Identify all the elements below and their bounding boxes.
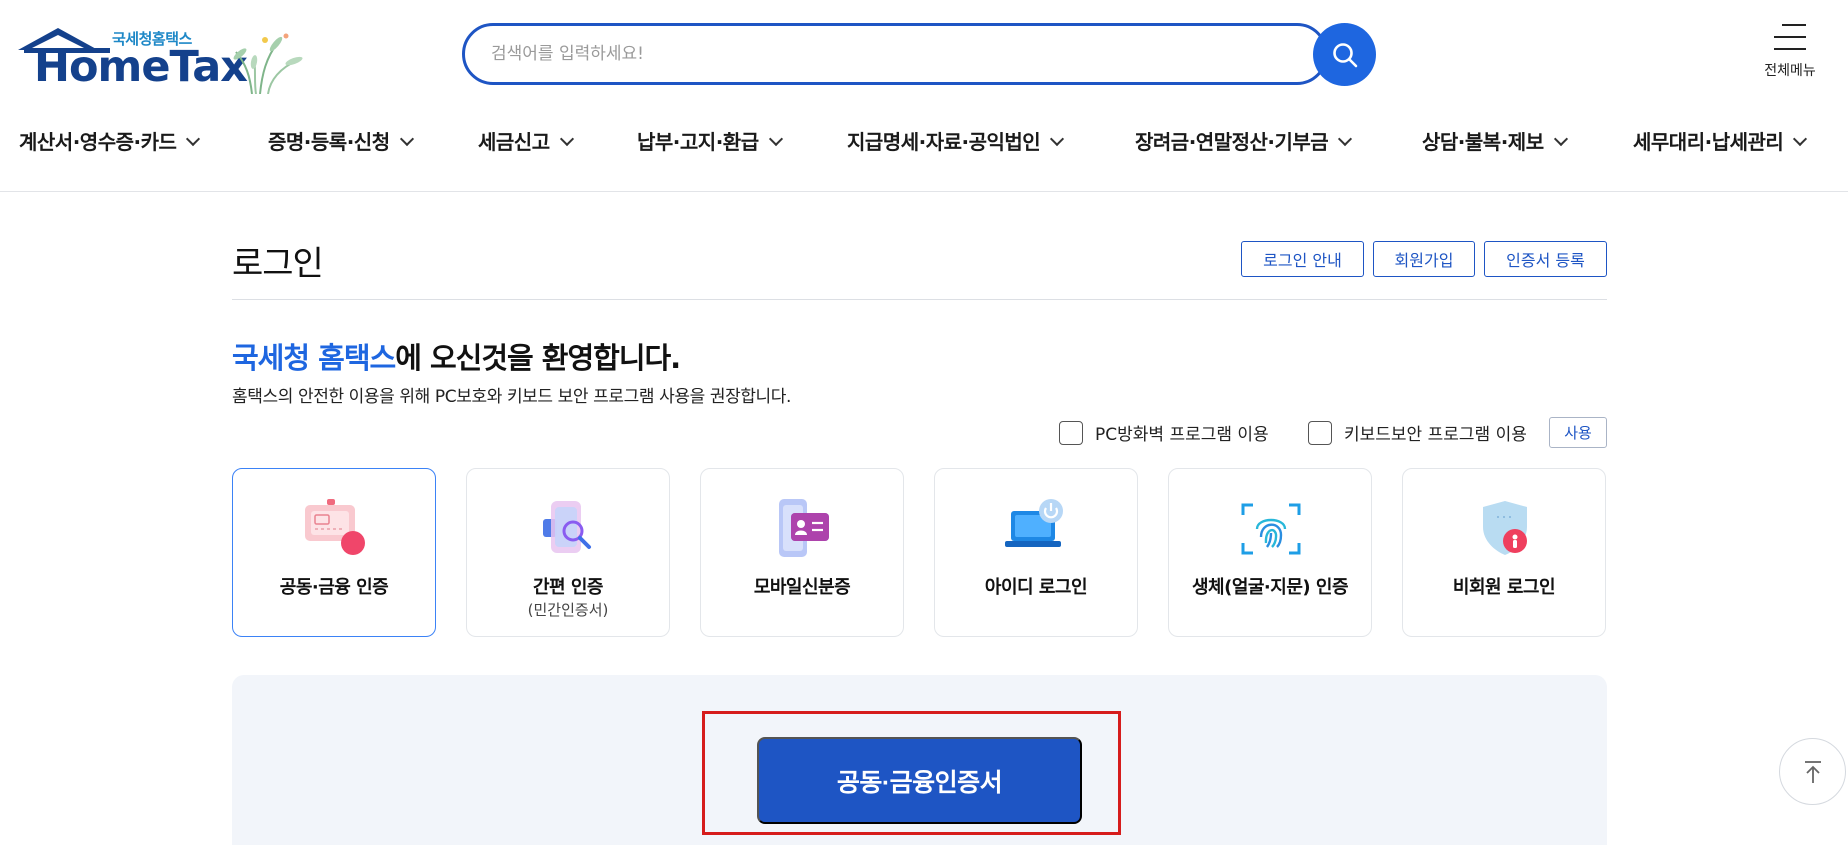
nav-item-label: 증명·등록·신청	[268, 130, 390, 154]
method-card-certificate[interactable]: 공동·금융 인증	[232, 468, 436, 637]
firewall-checkbox[interactable]: PC방화벽 프로그램 이용	[1059, 420, 1269, 445]
scroll-to-top-button[interactable]	[1779, 738, 1846, 805]
welcome-text: 에 오신것을 환영합니다.	[395, 341, 681, 375]
welcome-subtext: 홈택스의 안전한 이용을 위해 PC보호와 키보드 보안 프로그램 사용을 권장…	[232, 387, 792, 407]
use-button[interactable]: 사용	[1549, 417, 1607, 448]
nav-item-label: 계산서·영수증·카드	[19, 130, 177, 154]
nav-item-label: 상담·불복·제보	[1422, 130, 1544, 154]
nav-item-label: 세금신고	[478, 130, 550, 154]
hamburger-icon	[1774, 24, 1806, 50]
arrow-up-icon	[1804, 760, 1821, 783]
search-box	[462, 23, 1328, 85]
chevron-down-icon	[768, 131, 783, 147]
logo-title: HomeTax	[34, 42, 248, 92]
nav-item-statements[interactable]: 지급명세·자료·공익법인	[847, 126, 1065, 155]
nav-item-label: 세무대리·납세관리	[1633, 130, 1784, 154]
nav-item-tax-agent[interactable]: 세무대리·납세관리	[1633, 126, 1808, 155]
mobile-id-icon	[779, 499, 829, 557]
method-card-biometric[interactable]: 생체(얼굴·지문) 인증	[1168, 468, 1372, 637]
method-card-id-login[interactable]: 아이디 로그인	[934, 468, 1138, 637]
chevron-down-icon	[1553, 131, 1568, 147]
nav-item-certificates[interactable]: 증명·등록·신청	[268, 126, 414, 155]
main-navigation: 계산서·영수증·카드 증명·등록·신청 세금신고 납부·고지·환급 지급명세·자…	[0, 120, 1848, 162]
method-label: 간편 인증	[532, 577, 604, 598]
search-button[interactable]	[1313, 23, 1376, 86]
nav-item-label: 장려금·연말정산·기부금	[1135, 130, 1329, 154]
signup-button[interactable]: 회원가입	[1373, 241, 1475, 277]
fingerprint-icon	[1241, 503, 1301, 555]
page-title: 로그인	[232, 244, 324, 284]
site-header: 국세청홈택스 HomeTax 전체메뉴 계	[0, 0, 1848, 192]
certificate-card-icon	[305, 499, 365, 555]
hometax-logo[interactable]: 국세청홈택스 HomeTax	[18, 24, 303, 94]
phone-search-icon	[543, 501, 591, 553]
chevron-down-icon	[1050, 131, 1065, 147]
method-label: 공동·금융 인증	[279, 577, 389, 598]
nav-item-incentives[interactable]: 장려금·연말정산·기부금	[1135, 126, 1353, 155]
register-certificate-button[interactable]: 인증서 등록	[1484, 241, 1607, 277]
nav-item-label: 납부·고지·환급	[637, 130, 759, 154]
title-divider	[232, 299, 1607, 300]
method-sublabel: (민간인증서)	[527, 601, 609, 619]
all-menu-label: 전체메뉴	[1764, 63, 1816, 79]
nav-item-label: 지급명세·자료·공익법인	[847, 130, 1041, 154]
all-menu-button[interactable]: 전체메뉴	[1755, 24, 1825, 88]
login-guide-button[interactable]: 로그인 안내	[1241, 241, 1364, 277]
nav-item-tax-filing[interactable]: 세금신고	[478, 126, 574, 155]
firewall-checkbox-label: PC방화벽 프로그램 이용	[1095, 425, 1269, 445]
welcome-brand: 국세청 홈택스	[232, 341, 396, 375]
method-label: 아이디 로그인	[984, 577, 1088, 598]
search-input[interactable]	[491, 38, 1271, 70]
nav-item-consulting[interactable]: 상담·불복·제보	[1422, 126, 1568, 155]
method-label: 모바일신분증	[753, 577, 851, 598]
method-label: 비회원 로그인	[1452, 577, 1556, 598]
nav-item-payment[interactable]: 납부·고지·환급	[637, 126, 783, 155]
chevron-down-icon	[1793, 131, 1808, 147]
certificate-login-button[interactable]: 공동·금융인증서	[757, 737, 1082, 824]
method-card-guest[interactable]: 비회원 로그인	[1402, 468, 1606, 637]
nav-item-invoices[interactable]: 계산서·영수증·카드	[19, 126, 201, 155]
method-card-mobile-id[interactable]: 모바일신분증	[700, 468, 904, 637]
checkbox-box[interactable]	[1308, 420, 1332, 445]
shield-user-icon	[1483, 501, 1527, 555]
welcome-heading: 국세청 홈택스에 오신것을 환영합니다.	[232, 335, 681, 377]
keyboard-security-checkbox-label: 키보드보안 프로그램 이용	[1344, 425, 1527, 445]
chevron-down-icon	[559, 131, 574, 147]
search-icon	[1332, 42, 1357, 67]
keyboard-security-checkbox[interactable]: 키보드보안 프로그램 이용	[1308, 420, 1527, 445]
method-card-simple-auth[interactable]: 간편 인증 (민간인증서)	[466, 468, 670, 637]
chevron-down-icon	[1338, 131, 1353, 147]
method-label: 생체(얼굴·지문) 인증	[1191, 577, 1349, 598]
chevron-down-icon	[399, 131, 414, 147]
plant-logo-icon	[233, 33, 303, 94]
laptop-power-icon	[1005, 499, 1063, 547]
checkbox-box[interactable]	[1059, 420, 1083, 445]
chevron-down-icon	[186, 131, 201, 147]
